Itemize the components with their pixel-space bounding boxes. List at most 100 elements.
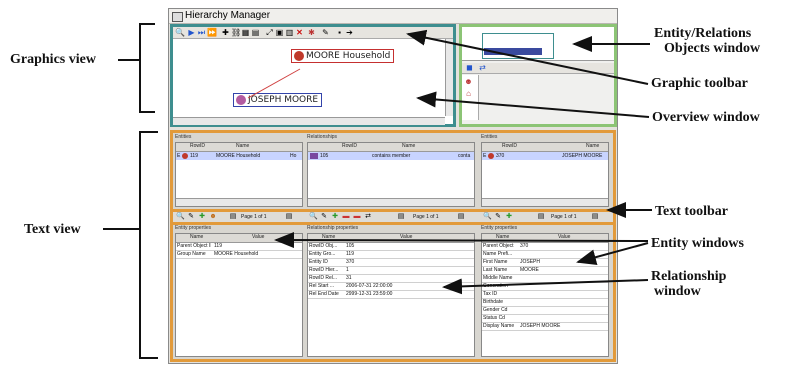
property-row[interactable]: RowID Rel... 31 [308,275,474,283]
table-row[interactable]: E 119 MOORE Household Ho [176,152,302,160]
layout-icon[interactable]: ▦ [241,28,250,37]
entity-properties-right[interactable]: Name Value Parent Object 370 Name Prefi..… [481,233,609,357]
table-row[interactable]: E 370 JOSEPH MOORE [482,152,608,160]
property-row[interactable]: RowID Hier... 1 [308,267,474,275]
column-header: Name [190,234,204,240]
property-row[interactable]: Display Name JOSEPH MOORE [482,323,608,331]
add-icon[interactable]: ✚ [331,213,339,221]
label-entity-windows: Entity windows [651,236,744,251]
search-icon[interactable]: 🔍 [176,213,185,221]
relationships-scrollbar[interactable] [308,198,474,206]
property-row[interactable]: Middle Name [482,275,608,283]
overview-node-bar [484,48,542,55]
user-icon[interactable]: ☻ [209,213,217,221]
graphics-view[interactable]: 🔍 ▶ ⏭ ⏩ ✚ ⛓ ▦ ▤ ⤢ ▣ ▥ ✕ ✱ ✎ ▪ ➔ MOORE Ho… [170,24,456,127]
play-icon[interactable]: ▶ [187,28,196,37]
entities-right-scrollbar[interactable] [482,198,608,206]
select-icon[interactable]: ▥ [285,28,294,37]
delete-icon[interactable]: ✕ [295,28,304,37]
property-row[interactable]: Last Name MOORE [482,267,608,275]
entities-right-table[interactable]: RowID Name E 370 JOSEPH MOORE [481,142,609,207]
property-row[interactable]: Gender Cd [482,307,608,315]
overview-window[interactable]: ◼ ⇄ ☻ ⌂ [459,24,617,127]
relationships-table[interactable]: RowID Name 105 contains member conta [307,142,475,207]
hierarchy-manager-window: Hierarchy Manager 🔍 ▶ ⏭ ⏩ ✚ ⛓ ▦ ▤ ⤢ ▣ ▥ … [168,8,618,364]
add-entity-icon[interactable]: ✚ [221,28,230,37]
entity-properties-right-title: Entity properties [481,225,518,231]
property-row[interactable]: Name Prefi... [482,251,608,259]
property-row[interactable]: Entity Gro... 119 [308,251,474,259]
last-page-icon[interactable]: ▤ [591,213,599,221]
last-page-icon[interactable]: ▤ [457,213,465,221]
column-header[interactable]: RowID [502,143,517,150]
node-moore-household[interactable]: MOORE Household [291,49,395,63]
household-object-icon[interactable]: ⌂ [464,89,473,98]
add-icon[interactable]: ✚ [505,213,513,221]
column-header[interactable]: Name [402,143,415,150]
property-row[interactable]: Group Name MOORE Household [176,251,302,259]
last-page-icon[interactable]: ▤ [285,213,293,221]
search-icon[interactable]: 🔍 [175,28,185,37]
entity-properties-left[interactable]: Name Value Parent Object ID 119 Group Na… [175,233,303,357]
property-row[interactable]: Generation [482,283,608,291]
link-icon[interactable]: ⛓ [231,28,241,37]
entities-left-scrollbar[interactable] [176,198,302,206]
label-graphic-toolbar: Graphic toolbar [651,76,748,91]
column-header[interactable]: RowID [190,143,205,150]
column-header[interactable]: Name [586,143,599,150]
table-row[interactable]: 105 contains member conta [308,152,474,160]
person-node-icon [236,95,246,105]
objects-palette: ☻ ⌂ [462,75,479,120]
first-page-icon[interactable]: ▤ [229,213,237,221]
entities-left-header: RowID Name [176,143,302,152]
relationship-properties[interactable]: Name Value RowID Obj... 105 Entity Gro..… [307,233,475,357]
fit-icon[interactable]: ▣ [275,28,284,37]
arrow-icon[interactable]: ➔ [345,28,354,37]
app-icon [172,12,183,22]
property-row[interactable]: Birthdate [482,299,608,307]
property-row[interactable]: Rel Start ... 2006-07-31 22:00:00 [308,283,474,291]
property-row[interactable]: Parent Object ID 119 [176,243,302,251]
remove-icon[interactable]: ▬ [342,213,350,221]
graphic-toolbar: 🔍 ▶ ⏭ ⏩ ✚ ⛓ ▦ ▤ ⤢ ▣ ▥ ✕ ✱ ✎ ▪ ➔ [173,27,453,39]
fast-forward-icon[interactable]: ⏩ [207,28,217,37]
first-page-icon[interactable]: ▤ [537,213,545,221]
add-icon[interactable]: ✚ [198,213,206,221]
person-row-icon [488,153,494,159]
graphics-horizontal-scrollbar[interactable] [173,117,445,125]
column-header[interactable]: Name [236,143,249,150]
search-icon[interactable]: 🔍 [483,213,492,221]
edit-icon[interactable]: ✎ [187,213,195,221]
graphics-vertical-scrollbar[interactable] [445,39,453,116]
property-row[interactable]: First Name JOSEPH [482,259,608,267]
relation-tab-icon[interactable]: ⇄ [478,63,487,72]
column-header[interactable]: RowID [342,143,357,150]
grid-icon[interactable]: ▤ [251,28,260,37]
edit-icon[interactable]: ✎ [494,213,502,221]
column-header: Value [252,234,265,240]
property-row[interactable]: Parent Object 370 [482,243,608,251]
entities-right-pager: Page 1 of 1 [551,214,577,220]
expand-icon[interactable]: ⤢ [265,28,274,37]
edit-icon[interactable]: ✎ [320,213,328,221]
overview-minimap[interactable] [462,27,614,61]
property-row[interactable]: Entity ID 370 [308,259,474,267]
property-row[interactable]: Tax ID [482,291,608,299]
person-object-icon[interactable]: ☻ [464,77,473,86]
settings-icon[interactable]: ✱ [307,28,316,37]
property-row[interactable]: RowID Obj... 105 [308,243,474,251]
save-icon[interactable]: ▪ [335,28,344,37]
property-row[interactable]: Status Cd [482,315,608,323]
node-joseph-moore[interactable]: JOSEPH MOORE [233,93,323,107]
search-icon[interactable]: 🔍 [309,213,318,221]
relation-icon[interactable]: ⇄ [364,213,372,221]
edit-icon[interactable]: ✎ [321,28,330,37]
step-forward-icon[interactable]: ⏭ [197,28,206,37]
entity-tab-icon[interactable]: ◼ [465,63,474,72]
node-person-label: JOSEPH MOORE [248,95,319,105]
text-toolbar: 🔍 ✎ ✚ ☻ ▤ Page 1 of 1 ▤ 🔍 ✎ ✚ ▬ ▬ ⇄ ▤ Pa… [170,209,616,225]
entities-left-table[interactable]: RowID Name E 119 MOORE Household Ho [175,142,303,207]
first-page-icon[interactable]: ▤ [397,213,405,221]
property-row[interactable]: Rel End Date 2999-12-31 23:59:00 [308,291,474,299]
delete-icon[interactable]: ▬ [353,213,361,221]
